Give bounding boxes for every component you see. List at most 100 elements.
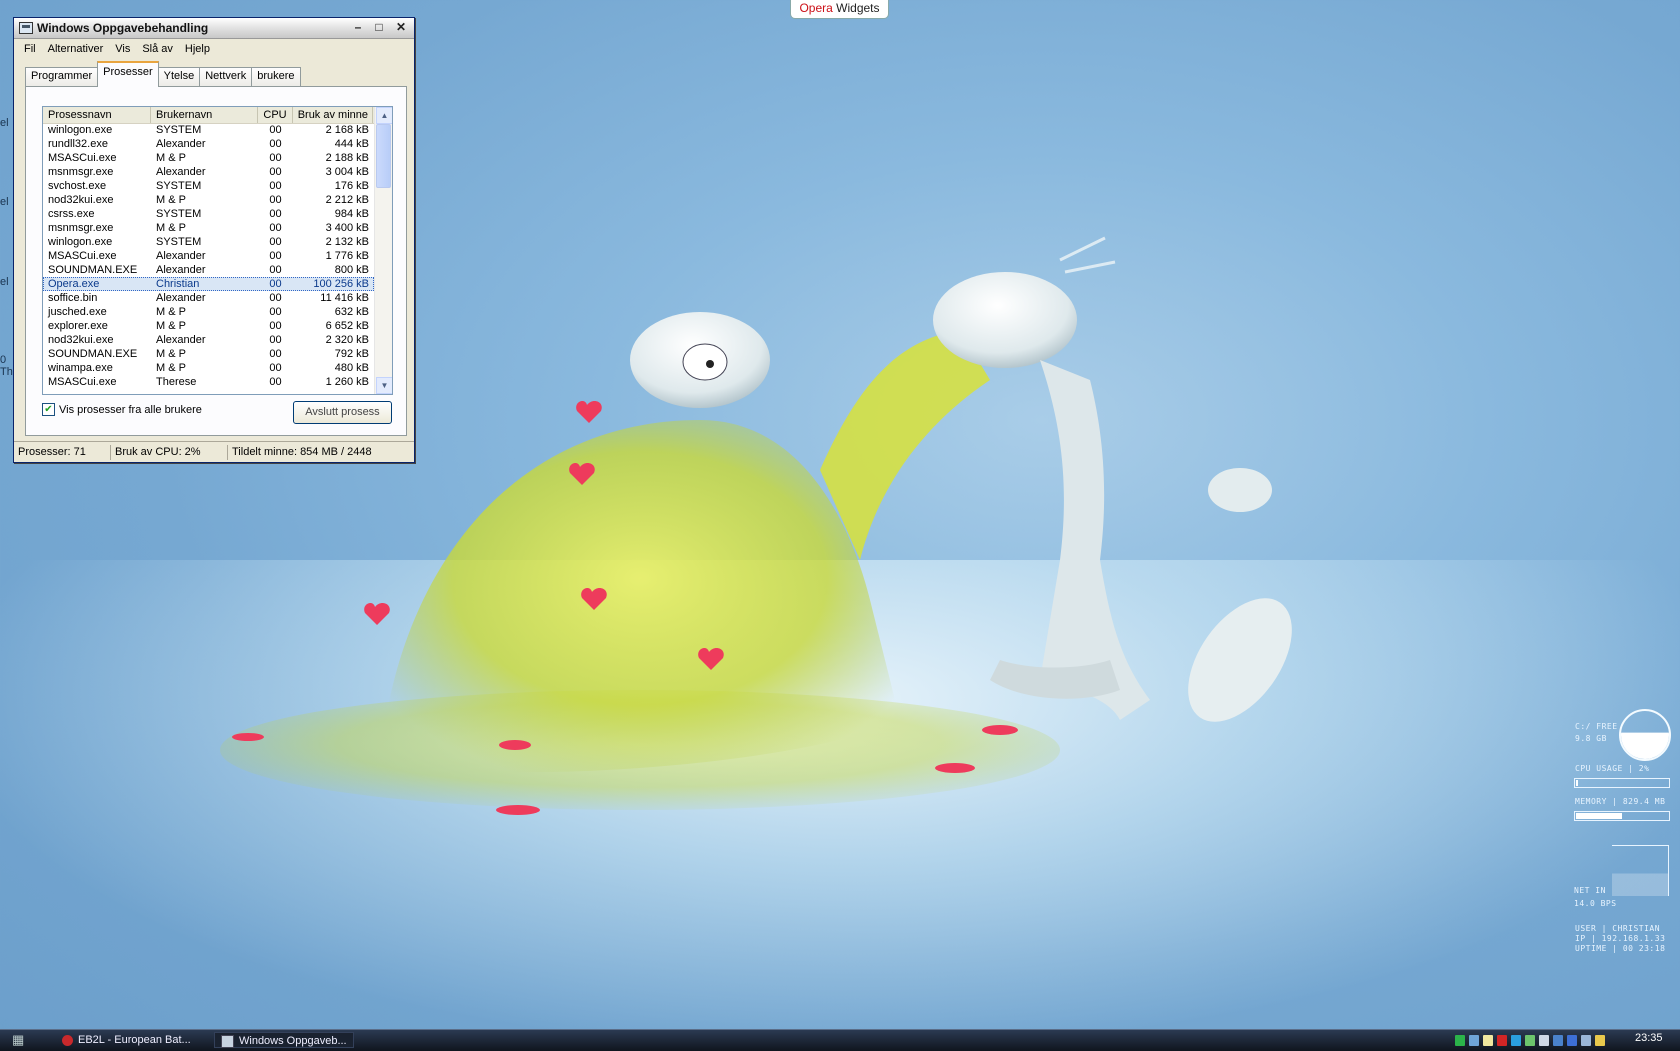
- process-row[interactable]: winlogon.exe SYSTEM 00 2 168 kB: [43, 123, 374, 137]
- goo-stream: [820, 330, 990, 560]
- opera-widgets-button[interactable]: Opera Widgets: [790, 0, 889, 19]
- network-connection-icon[interactable]: [1581, 1034, 1591, 1046]
- process-row[interactable]: SOUNDMAN.EXE Alexander 00 800 kB: [43, 263, 374, 277]
- network-icon[interactable]: [1469, 1034, 1479, 1046]
- process-row[interactable]: Opera.exe Christian 00 100 256 kB: [43, 277, 374, 291]
- processes-panel: Prosessnavn Brukernavn CPU Bruk av minne…: [25, 86, 407, 436]
- power-icon[interactable]: [1595, 1034, 1605, 1046]
- process-row[interactable]: MSASCui.exe M & P 00 2 188 kB: [43, 151, 374, 165]
- process-cpu: 00: [269, 376, 282, 388]
- antivirus-icon[interactable]: [1553, 1034, 1563, 1046]
- process-row[interactable]: winlogon.exe SYSTEM 00 2 132 kB: [43, 235, 374, 249]
- process-row[interactable]: nod32kui.exe Alexander 00 2 320 kB: [43, 333, 374, 347]
- character-shoe: [1188, 598, 1292, 722]
- start-button[interactable]: ▦: [12, 1033, 28, 1047]
- vertical-scrollbar[interactable]: ▲ ▼: [374, 107, 392, 394]
- process-row[interactable]: winampa.exe M & P 00 480 kB: [43, 361, 374, 375]
- process-row[interactable]: svchost.exe SYSTEM 00 176 kB: [43, 179, 374, 193]
- msn-icon[interactable]: [1525, 1034, 1535, 1046]
- show-all-users-checkbox[interactable]: ✔: [42, 403, 55, 416]
- tab-prosesser[interactable]: Prosesser: [97, 61, 159, 87]
- process-cpu: 00: [269, 194, 282, 206]
- process-row[interactable]: MSASCui.exe Therese 00 1 260 kB: [43, 375, 374, 389]
- menu-vis[interactable]: Vis: [109, 43, 136, 55]
- process-memory: 792 kB: [334, 348, 369, 360]
- process-user: M & P: [156, 306, 186, 318]
- process-user: Christian: [156, 278, 200, 290]
- tab-programmer[interactable]: Programmer: [25, 67, 99, 87]
- title-bar[interactable]: Windows Oppgavebehandling – □ ✕: [14, 18, 414, 39]
- menu-fil[interactable]: Fil: [18, 43, 42, 55]
- process-user: M & P: [156, 348, 186, 360]
- process-row[interactable]: msnmsgr.exe M & P 00 3 400 kB: [43, 221, 374, 235]
- process-row[interactable]: csrss.exe SYSTEM 00 984 kB: [43, 207, 374, 221]
- column-header-memory[interactable]: Bruk av minne: [293, 107, 373, 123]
- process-name: MSASCui.exe: [48, 250, 117, 262]
- menu-alternativer[interactable]: Alternativer: [42, 43, 110, 55]
- opera-icon[interactable]: [1497, 1034, 1507, 1046]
- process-cpu: 00: [269, 306, 282, 318]
- process-row[interactable]: explorer.exe M & P 00 6 652 kB: [43, 319, 374, 333]
- menu-hjelp[interactable]: Hjelp: [179, 43, 216, 55]
- minimize-icon[interactable]: –: [349, 20, 367, 35]
- column-header-name[interactable]: Prosessnavn: [43, 107, 151, 123]
- process-memory: 6 652 kB: [325, 320, 369, 332]
- process-cpu: 00: [269, 138, 282, 150]
- user-line: USER | CHRISTIAN: [1575, 924, 1661, 933]
- green-square-icon[interactable]: [1455, 1034, 1465, 1046]
- process-row[interactable]: soffice.bin Alexander 00 11 416 kB: [43, 291, 374, 305]
- tab-nettverk[interactable]: Nettverk: [199, 67, 253, 87]
- taskbar-item-task-manager[interactable]: Windows Oppgaveb...: [214, 1032, 354, 1048]
- column-header-cpu[interactable]: CPU: [258, 107, 293, 123]
- flame-icon[interactable]: [1483, 1034, 1493, 1046]
- process-list-body: winlogon.exe SYSTEM 00 2 168 kB rundll32.exe…: [43, 123, 374, 389]
- process-row[interactable]: SOUNDMAN.EXE M & P 00 792 kB: [43, 347, 374, 361]
- process-name: soffice.bin: [48, 292, 98, 304]
- process-memory: 800 kB: [334, 264, 369, 276]
- system-tray: [1455, 1032, 1609, 1048]
- taskbar-item-eb2l[interactable]: EB2L - European Bat...: [56, 1032, 206, 1048]
- process-memory: 2 132 kB: [325, 236, 369, 248]
- process-name: SOUNDMAN.EXE: [48, 348, 138, 360]
- status-cpu: Bruk av CPU: 2%: [111, 444, 228, 460]
- process-row[interactable]: nod32kui.exe M & P 00 2 212 kB: [43, 193, 374, 207]
- process-user: M & P: [156, 320, 186, 332]
- memory-fill: [1576, 813, 1622, 819]
- maximize-icon[interactable]: □: [370, 20, 388, 35]
- process-memory: 632 kB: [334, 306, 369, 318]
- close-icon[interactable]: ✕: [392, 20, 410, 35]
- process-row[interactable]: MSASCui.exe Alexander 00 1 776 kB: [43, 249, 374, 263]
- process-cpu: 00: [269, 222, 282, 234]
- c-free-label: C:/ FREE: [1575, 722, 1618, 731]
- skype-icon[interactable]: [1511, 1034, 1521, 1046]
- process-user: Alexander: [156, 166, 206, 178]
- process-row[interactable]: rundll32.exe Alexander 00 444 kB: [43, 137, 374, 151]
- process-user: Alexander: [156, 264, 206, 276]
- process-user: M & P: [156, 152, 186, 164]
- scroll-thumb[interactable]: [376, 124, 391, 188]
- end-process-button[interactable]: Avslutt prosess: [293, 401, 392, 424]
- ip-line: IP | 192.168.1.33: [1575, 934, 1666, 943]
- process-name: MSASCui.exe: [48, 152, 117, 164]
- tab-brukere[interactable]: brukere: [251, 67, 301, 87]
- process-user: Therese: [156, 376, 197, 388]
- process-list[interactable]: Prosessnavn Brukernavn CPU Bruk av minne…: [42, 106, 393, 395]
- wifi-icon[interactable]: [1539, 1034, 1549, 1046]
- opera-icon: [62, 1034, 73, 1046]
- process-row[interactable]: msnmsgr.exe Alexander 00 3 004 kB: [43, 165, 374, 179]
- process-name: msnmsgr.exe: [48, 222, 114, 234]
- scroll-down-icon[interactable]: ▼: [376, 377, 392, 394]
- menu-sla-av[interactable]: Slå av: [136, 43, 179, 55]
- show-all-users-label[interactable]: Vis prosesser fra alle brukere: [59, 404, 202, 416]
- process-name: msnmsgr.exe: [48, 166, 114, 178]
- process-user: M & P: [156, 222, 186, 234]
- tray-clock[interactable]: 23:35: [1635, 1032, 1663, 1044]
- tab-ytelse[interactable]: Ytelse: [157, 67, 201, 87]
- bluetooth-icon[interactable]: [1567, 1034, 1577, 1046]
- scroll-up-icon[interactable]: ▲: [376, 107, 392, 124]
- process-row[interactable]: jusched.exe M & P 00 632 kB: [43, 305, 374, 319]
- menu-bar: Fil Alternativer Vis Slå av Hjelp: [14, 39, 414, 59]
- net-in-value: 14.0 BPS: [1574, 899, 1617, 908]
- column-header-user[interactable]: Brukernavn: [151, 107, 258, 123]
- process-name: svchost.exe: [48, 180, 107, 192]
